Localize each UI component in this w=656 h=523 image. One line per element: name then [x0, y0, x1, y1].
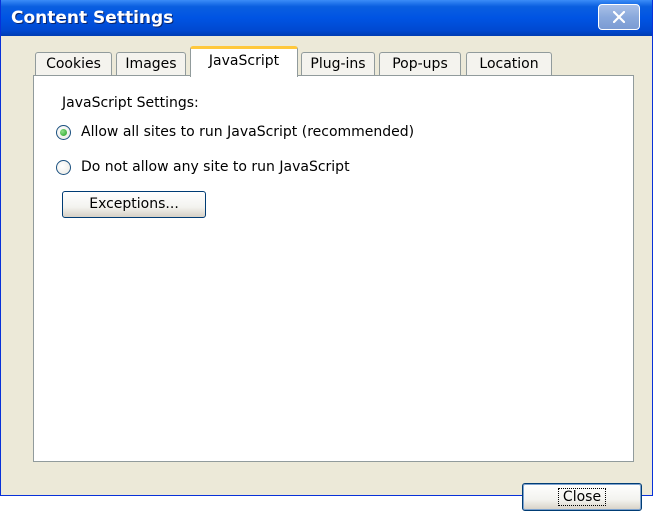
section-label: JavaScript Settings:: [62, 95, 199, 111]
javascript-settings-panel: JavaScript Settings: Allow all sites to …: [33, 75, 634, 462]
tab-javascript[interactable]: JavaScript: [190, 46, 298, 77]
tab-location[interactable]: Location: [466, 52, 552, 76]
allow-javascript-option[interactable]: Allow all sites to run JavaScript (recom…: [56, 124, 414, 140]
block-javascript-label: Do not allow any site to run JavaScript: [81, 159, 350, 175]
tab-pop-ups[interactable]: Pop-ups: [379, 52, 461, 76]
block-javascript-option[interactable]: Do not allow any site to run JavaScript: [56, 159, 350, 175]
tab-images[interactable]: Images: [116, 52, 186, 76]
content-settings-dialog: Content Settings Cookies Images JavaScri…: [0, 0, 653, 511]
tab-plug-ins[interactable]: Plug-ins: [301, 52, 375, 76]
radio-unselected-icon[interactable]: [56, 159, 71, 175]
window-title: Content Settings: [11, 8, 174, 28]
tab-cookies[interactable]: Cookies: [35, 52, 112, 76]
close-button[interactable]: Close: [522, 483, 642, 511]
close-icon: [613, 11, 625, 23]
radio-selected-icon[interactable]: [56, 124, 71, 140]
window-close-button[interactable]: [598, 4, 640, 30]
exceptions-button[interactable]: Exceptions...: [62, 191, 206, 218]
title-bar[interactable]: Content Settings: [1, 0, 652, 36]
close-button-label: Close: [557, 488, 607, 506]
allow-javascript-label: Allow all sites to run JavaScript (recom…: [81, 124, 415, 140]
